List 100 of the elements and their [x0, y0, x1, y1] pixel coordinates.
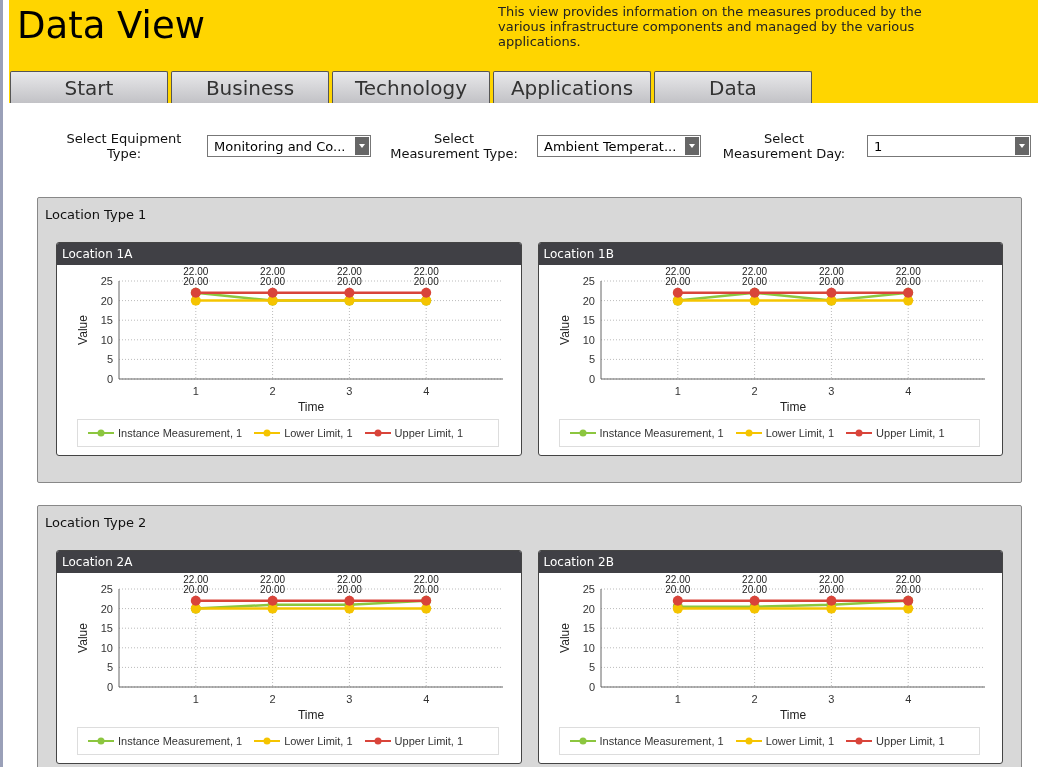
- data-point: [672, 287, 683, 298]
- legend-line-icon: [254, 737, 281, 745]
- data-label: 22.00: [741, 573, 767, 585]
- axis-tick-label: 4: [904, 385, 911, 397]
- axis-title: Time: [779, 400, 806, 414]
- data-label: 20.00: [741, 275, 767, 287]
- data-label: 20.00: [336, 275, 362, 287]
- axis-tick-label: 3: [346, 693, 353, 705]
- data-point: [825, 287, 836, 298]
- axis-tick-label: 5: [588, 353, 595, 366]
- data-label: 22.00: [895, 265, 921, 277]
- data-label: 22.00: [183, 265, 209, 277]
- axis-title: Value: [76, 315, 90, 345]
- axis-tick-label: 15: [100, 622, 113, 635]
- axis-tick-label: 5: [106, 353, 113, 366]
- data-label: 22.00: [818, 265, 844, 277]
- nav-tab[interactable]: Applications: [493, 71, 651, 103]
- card-title: Location 1B: [538, 243, 1002, 265]
- data-label: 20.00: [895, 583, 921, 595]
- legend-line-icon: [846, 429, 873, 437]
- data-label: 22.00: [413, 265, 439, 277]
- axis-tick-label: 10: [100, 641, 113, 654]
- axis-tick-label: 20: [582, 294, 595, 307]
- legend-label: Lower Limit, 1: [284, 427, 353, 439]
- data-label: 20.00: [336, 583, 362, 595]
- group-title: Location Type 1: [45, 207, 147, 222]
- data-label: 22.00: [664, 265, 690, 277]
- data-label: 22.00: [741, 265, 767, 277]
- card-title: Location 1A: [57, 243, 521, 265]
- data-point: [421, 287, 432, 298]
- axis-tick-label: 3: [827, 693, 834, 705]
- legend-label: Upper Limit, 1: [876, 735, 945, 747]
- axis-tick-label: 4: [423, 693, 430, 705]
- legend-label: Instance Measurement, 1: [599, 735, 724, 747]
- data-point: [344, 595, 355, 606]
- legend-line-icon: [846, 737, 873, 745]
- axis-tick-label: 4: [423, 385, 430, 397]
- data-label: 20.00: [183, 275, 209, 287]
- axis-tick-label: 0: [106, 681, 113, 693]
- filter-label: Select Measurement Type:: [389, 131, 519, 161]
- data-label: 22.00: [413, 573, 439, 585]
- data-point: [344, 287, 355, 298]
- page-title: Data View: [17, 4, 205, 49]
- data-point: [190, 595, 201, 606]
- axis-tick-label: 0: [588, 681, 595, 693]
- data-label: 20.00: [741, 583, 767, 595]
- axis-tick-label: 3: [827, 385, 834, 397]
- legend-label: Instance Measurement, 1: [599, 427, 724, 439]
- data-point: [267, 287, 278, 298]
- legend-label: Lower Limit, 1: [284, 735, 353, 747]
- axis-tick-label: 25: [582, 583, 595, 595]
- axis-title: Time: [297, 708, 325, 722]
- axis-tick-label: 0: [588, 373, 595, 385]
- axis-title: Value: [557, 623, 572, 653]
- axis-tick-label: 15: [582, 622, 595, 635]
- legend-line-icon: [569, 429, 596, 437]
- axis-title: Time: [779, 708, 806, 722]
- axis-tick-label: 2: [269, 693, 276, 705]
- data-point: [672, 595, 683, 606]
- axis-tick-label: 20: [100, 294, 113, 307]
- data-label: 20.00: [183, 583, 209, 595]
- dropdown[interactable]: 1: [867, 135, 1031, 157]
- data-label: 22.00: [336, 265, 362, 277]
- data-label: 22.00: [818, 573, 844, 585]
- dropdown[interactable]: Ambient Temperat...: [537, 135, 701, 157]
- data-label: 22.00: [183, 573, 209, 585]
- data-label: 20.00: [818, 583, 844, 595]
- axis-tick-label: 25: [100, 275, 113, 287]
- data-label: 20.00: [895, 275, 921, 287]
- data-point: [749, 595, 760, 606]
- nav-tab[interactable]: Business: [171, 71, 329, 103]
- axis-tick-label: 2: [269, 385, 276, 397]
- axis-tick-label: 3: [346, 385, 353, 397]
- legend-line-icon: [364, 737, 391, 745]
- data-label: 22.00: [336, 573, 362, 585]
- nav-tab[interactable]: Start: [10, 71, 168, 103]
- nav-tab[interactable]: Data: [654, 71, 812, 103]
- axis-tick-label: 1: [674, 693, 681, 705]
- axis-tick-label: 25: [100, 583, 113, 595]
- axis-title: Value: [76, 623, 90, 653]
- filter-label: Select Measurement Day:: [721, 131, 847, 161]
- axis-tick-label: 1: [192, 385, 199, 397]
- legend-label: Instance Measurement, 1: [118, 427, 243, 439]
- data-label: 20.00: [260, 275, 286, 287]
- legend-line-icon: [735, 429, 762, 437]
- filter-label: Select Equipment Type:: [65, 131, 183, 161]
- data-label: 20.00: [818, 275, 844, 287]
- legend-label: Upper Limit, 1: [394, 427, 464, 439]
- axis-tick-label: 20: [100, 602, 113, 615]
- nav-tab[interactable]: Technology: [332, 71, 490, 103]
- legend-label: Instance Measurement, 1: [118, 735, 243, 747]
- axis-tick-label: 15: [100, 314, 113, 327]
- legend-label: Lower Limit, 1: [765, 427, 835, 439]
- data-label: 20.00: [260, 583, 286, 595]
- axis-tick-label: 10: [582, 333, 595, 346]
- data-label: 22.00: [260, 265, 286, 277]
- dropdown[interactable]: Monitoring and Co...: [207, 135, 371, 157]
- data-label: 20.00: [664, 275, 690, 287]
- legend-line-icon: [364, 429, 391, 437]
- axis-tick-label: 5: [106, 661, 113, 674]
